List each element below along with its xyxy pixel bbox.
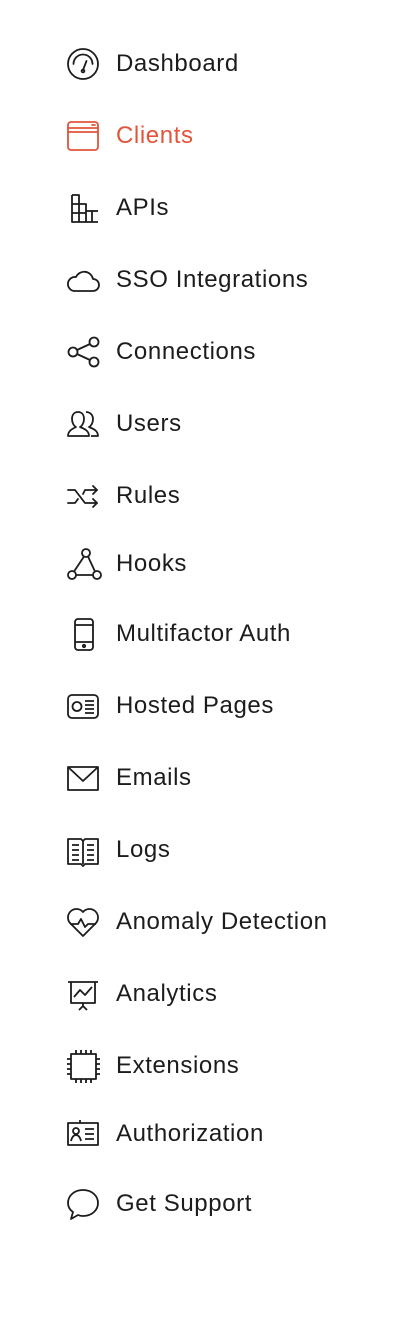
sidebar-item-label: Hooks (116, 550, 188, 577)
chat-bubble-icon (66, 1186, 102, 1222)
users-icon (66, 406, 102, 442)
window-stack-icon (66, 118, 102, 154)
sidebar-item-anomaly-detection[interactable]: Anomaly Detection (66, 902, 328, 942)
sidebar-item-rules[interactable]: Rules (66, 476, 180, 516)
sidebar-item-sso-integrations[interactable]: SSO Integrations (66, 260, 308, 300)
sidebar-item-label: Dashboard (116, 50, 239, 77)
sidebar-item-users[interactable]: Users (66, 404, 182, 444)
sidebar-item-label: Clients (116, 122, 194, 149)
sidebar-item-label: Rules (116, 482, 181, 509)
sidebar-item-label: Hosted Pages (116, 692, 274, 719)
sidebar-item-label: Extensions (116, 1052, 240, 1079)
sidebar-item-label: APIs (116, 194, 170, 221)
sidebar-item-multifactor-auth[interactable]: Multifactor Auth (66, 614, 291, 654)
sidebar-item-label: SSO Integrations (116, 266, 309, 293)
sidebar-item-label: Users (116, 410, 182, 437)
triangle-nodes-icon (66, 546, 102, 582)
share-nodes-icon (66, 334, 102, 370)
open-book-icon (66, 832, 102, 868)
sidebar-item-label: Analytics (116, 980, 218, 1007)
sidebar-item-emails[interactable]: Emails (66, 758, 192, 798)
sidebar-nav: Dashboard Clients APIs SSO Integrations … (0, 0, 418, 1334)
mobile-phone-icon (66, 616, 102, 652)
chip-icon (66, 1048, 102, 1084)
sidebar-item-label: Emails (116, 764, 192, 791)
sidebar-item-label: Multifactor Auth (116, 620, 292, 647)
sidebar-item-authorization[interactable]: Authorization (66, 1114, 264, 1154)
sidebar-item-label: Logs (116, 836, 171, 863)
sidebar-item-analytics[interactable]: Analytics (66, 974, 217, 1014)
sidebar-item-label: Authorization (116, 1120, 264, 1147)
cloud-icon (66, 262, 102, 298)
presentation-chart-icon (66, 976, 102, 1012)
sidebar-item-connections[interactable]: Connections (66, 332, 256, 372)
sidebar-item-extensions[interactable]: Extensions (66, 1046, 239, 1086)
sidebar-item-apis[interactable]: APIs (66, 188, 169, 228)
sidebar-item-label: Get Support (116, 1190, 253, 1217)
sidebar-item-label: Connections (116, 338, 257, 365)
badge-list-icon (66, 1116, 102, 1152)
sidebar-item-label: Anomaly Detection (116, 908, 328, 935)
heart-pulse-icon (66, 904, 102, 940)
sidebar-item-clients[interactable]: Clients (66, 116, 194, 156)
shuffle-icon (66, 478, 102, 514)
envelope-icon (66, 760, 102, 796)
gauge-icon (66, 46, 102, 82)
id-card-icon (66, 688, 102, 724)
building-blocks-icon (66, 190, 102, 226)
sidebar-item-hosted-pages[interactable]: Hosted Pages (66, 686, 274, 726)
sidebar-item-get-support[interactable]: Get Support (66, 1184, 252, 1224)
sidebar-item-hooks[interactable]: Hooks (66, 544, 187, 584)
sidebar-item-logs[interactable]: Logs (66, 830, 170, 870)
sidebar-item-dashboard[interactable]: Dashboard (66, 44, 239, 84)
